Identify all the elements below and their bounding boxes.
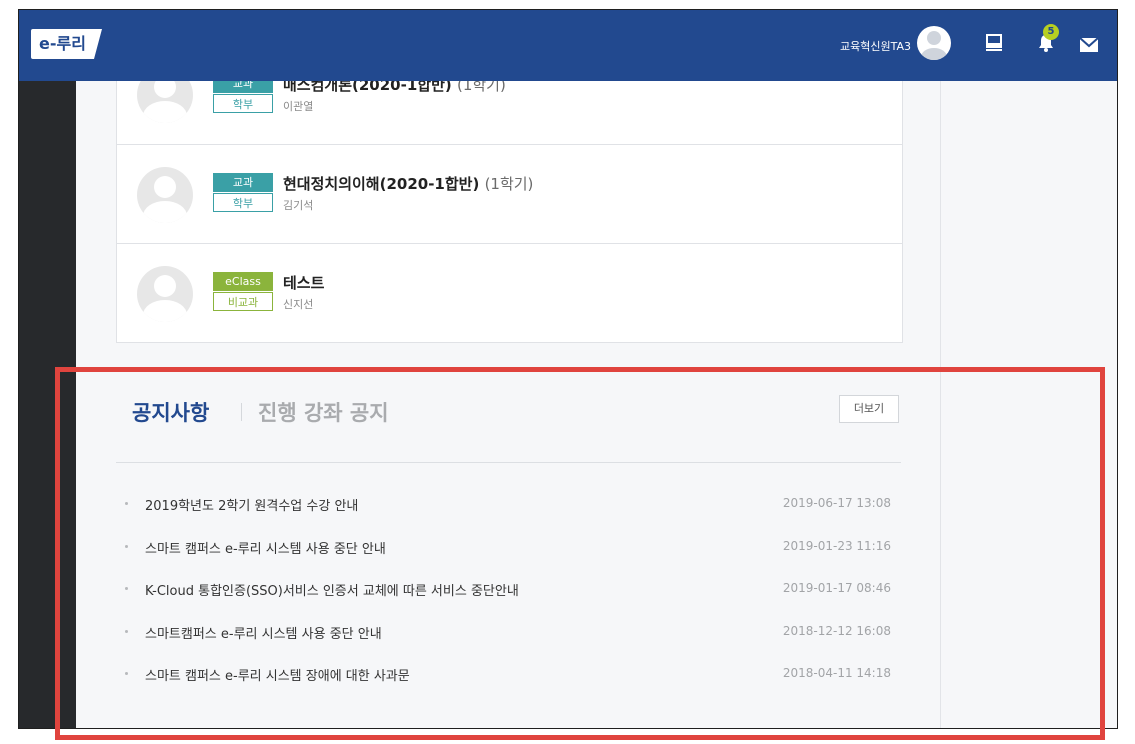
- bullet-icon: [125, 672, 128, 675]
- notice-item[interactable]: 스마트 캠퍼스 e-루리 시스템 사용 중단 안내 2019-01-23 11:…: [116, 538, 901, 581]
- notice-item[interactable]: 스마트캠퍼스 e-루리 시스템 사용 중단 안내 2018-12-12 16:0…: [116, 623, 901, 666]
- notice-title[interactable]: 2019학년도 2학기 원격수업 수강 안내: [145, 495, 358, 514]
- notice-title[interactable]: K-Cloud 통합인증(SSO)서비스 인증서 교체에 따른 서비스 중단안내: [145, 580, 519, 599]
- course-professor: 신지선: [283, 298, 314, 311]
- course-level-badge: 학부: [213, 94, 273, 113]
- course-title[interactable]: 매스컴개론(2020-1합반) (1학기): [283, 81, 506, 95]
- professor-avatar: [137, 266, 193, 322]
- notice-divider: [116, 462, 901, 463]
- course-level-badge: 비교과: [213, 292, 273, 311]
- notice-list: 2019학년도 2학기 원격수업 수강 안내 2019-06-17 13:08 …: [116, 495, 901, 708]
- professor-avatar: [137, 167, 193, 223]
- course-type-badge: 교과: [213, 81, 273, 93]
- more-button[interactable]: 더보기: [839, 395, 899, 423]
- notice-date: 2018-12-12 16:08: [782, 623, 891, 638]
- notice-date: 2019-01-17 08:46: [782, 581, 891, 595]
- notice-title[interactable]: 스마트 캠퍼스 e-루리 시스템 장애에 대한 사과문: [145, 665, 410, 684]
- bullet-icon: [125, 544, 128, 548]
- mail-icon[interactable]: [1079, 37, 1099, 53]
- course-list: 교과 학부 매스컴개론(2020-1합반) (1학기) 이관열 교과 학부 현대…: [116, 81, 903, 343]
- bullet-icon: [125, 629, 128, 633]
- course-icon[interactable]: [986, 34, 1002, 52]
- left-sidebar: [19, 81, 76, 728]
- course-type-badge: 교과: [213, 173, 273, 192]
- right-column-divider: [940, 81, 941, 728]
- notice-date: 2018-04-11 14:18: [782, 666, 891, 680]
- browser-frame: e-루리 교육혁신원TA3 5 교과 학부 매스컴개론(2020-1합반) (1…: [18, 9, 1118, 729]
- top-navbar: e-루리 교육혁신원TA3 5: [19, 10, 1117, 81]
- course-level-badge: 학부: [213, 193, 273, 212]
- site-logo[interactable]: e-루리: [31, 29, 102, 59]
- notice-title[interactable]: 스마트 캠퍼스 e-루리 시스템 사용 중단 안내: [145, 538, 386, 557]
- notice-tabs: 공지사항 진행 강좌 공지 더보기: [116, 395, 901, 425]
- bullet-icon: [125, 502, 128, 505]
- course-type-badge: eClass: [213, 272, 273, 291]
- notice-panel: 공지사항 진행 강좌 공지 더보기 2019학년도 2학기 원격수업 수강 안내…: [116, 395, 901, 684]
- notification-badge: 5: [1043, 24, 1059, 40]
- notice-date: 2019-06-17 13:08: [782, 496, 891, 510]
- professor-avatar: [137, 81, 193, 123]
- notice-item[interactable]: 2019학년도 2학기 원격수업 수강 안내 2019-06-17 13:08: [116, 495, 901, 538]
- notice-item[interactable]: 스마트 캠퍼스 e-루리 시스템 장애에 대한 사과문 2018-04-11 1…: [116, 665, 901, 708]
- notice-date: 2019-01-23 11:16: [782, 538, 891, 553]
- course-professor: 김기석: [283, 199, 314, 212]
- course-title[interactable]: 현대정치의이해(2020-1합반) (1학기): [283, 173, 533, 194]
- tab-course-notices[interactable]: 진행 강좌 공지: [258, 397, 389, 427]
- user-avatar[interactable]: [917, 26, 951, 60]
- notice-item[interactable]: K-Cloud 통합인증(SSO)서비스 인증서 교체에 따른 서비스 중단안내…: [116, 580, 901, 623]
- tab-notices[interactable]: 공지사항: [132, 397, 209, 427]
- tab-separator: [241, 403, 242, 421]
- notice-title[interactable]: 스마트캠퍼스 e-루리 시스템 사용 중단 안내: [145, 623, 382, 642]
- course-item[interactable]: 교과 학부 매스컴개론(2020-1합반) (1학기) 이관열: [117, 81, 902, 145]
- course-professor: 이관열: [283, 100, 314, 113]
- bullet-icon: [125, 587, 128, 590]
- user-name[interactable]: 교육혁신원TA3: [840, 38, 911, 54]
- course-title[interactable]: 테스트: [283, 272, 324, 293]
- course-item[interactable]: eClass 비교과 테스트 신지선: [117, 244, 902, 342]
- course-item[interactable]: 교과 학부 현대정치의이해(2020-1합반) (1학기) 김기석: [117, 145, 902, 244]
